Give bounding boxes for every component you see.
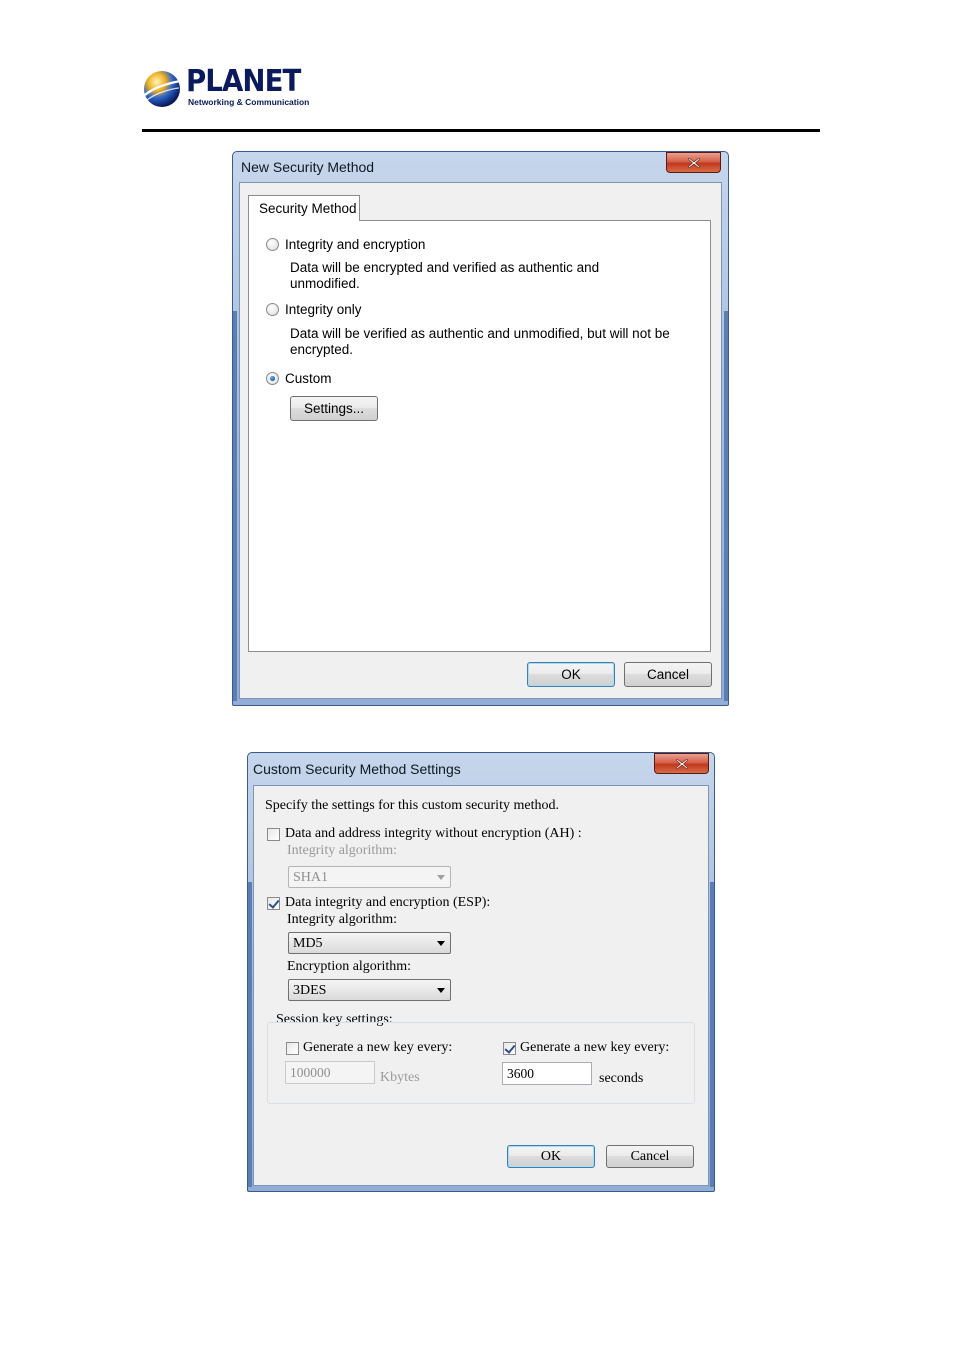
cancel-button[interactable]: Cancel xyxy=(606,1145,694,1168)
integrity-only-radio[interactable] xyxy=(266,303,279,316)
option-custom[interactable]: Custom xyxy=(266,371,332,386)
frame-edge xyxy=(710,882,714,1187)
kbytes-rekey-label[interactable]: Generate a new key every: xyxy=(303,1040,452,1056)
chevron-down-icon xyxy=(437,941,445,946)
selected-value: 3DES xyxy=(293,983,327,998)
seconds-input[interactable]: 3600 xyxy=(502,1062,592,1085)
kbytes-unit: Kbytes xyxy=(380,1070,420,1085)
ah-integrity-label: Integrity algorithm: xyxy=(287,843,398,858)
chevron-down-icon xyxy=(437,875,445,880)
frame-edge xyxy=(233,311,237,701)
esp-encryption-label: Encryption algorithm: xyxy=(287,959,412,974)
option-description: Data will be encrypted and verified as a… xyxy=(290,260,600,291)
esp-integrity-label: Integrity algorithm: xyxy=(287,912,398,927)
close-icon xyxy=(687,157,700,168)
new-security-method-dialog: New Security Method Security Method Inte… xyxy=(232,151,729,706)
window-title: New Security Method xyxy=(241,159,375,175)
seconds-unit: seconds xyxy=(599,1071,644,1086)
ok-button[interactable]: OK xyxy=(527,662,615,687)
dialog-client-area: Specify the settings for this custom sec… xyxy=(253,785,709,1186)
cancel-button[interactable]: Cancel xyxy=(624,662,712,687)
option-label: Integrity only xyxy=(285,302,362,317)
selected-value: SHA1 xyxy=(293,870,329,885)
planet-logo: PLANET Networking & Communication xyxy=(142,64,312,112)
option-integrity-and-encryption[interactable]: Integrity and encryption xyxy=(266,237,425,252)
ah-checkbox[interactable] xyxy=(267,828,280,841)
close-button[interactable] xyxy=(654,753,709,774)
kbytes-input[interactable]: 100000 xyxy=(285,1061,375,1084)
brand-tagline: Networking & Communication xyxy=(188,97,310,107)
frame-edge xyxy=(724,311,728,701)
esp-integrity-select[interactable]: MD5 xyxy=(288,932,451,954)
brand-name: PLANET xyxy=(186,64,301,99)
settings-button[interactable]: Settings... xyxy=(290,396,378,421)
frame-edge xyxy=(248,882,252,1187)
globe-icon xyxy=(144,71,181,107)
ok-button[interactable]: OK xyxy=(507,1145,595,1168)
option-label: Custom xyxy=(285,371,332,386)
dialog-client-area: Security Method Integrity and encryption… xyxy=(239,182,722,699)
selected-value: MD5 xyxy=(293,936,323,951)
close-icon xyxy=(675,758,688,769)
seconds-rekey-checkbox[interactable] xyxy=(503,1042,516,1055)
security-method-panel: Integrity and encryption Data will be en… xyxy=(248,220,711,652)
tab-security-method[interactable]: Security Method xyxy=(248,195,360,221)
esp-label[interactable]: Data integrity and encryption (ESP): xyxy=(285,895,490,911)
kbytes-rekey-checkbox[interactable] xyxy=(286,1042,299,1055)
custom-security-method-settings-dialog: Custom Security Method Settings Specify … xyxy=(247,752,715,1192)
seconds-rekey-label[interactable]: Generate a new key every: xyxy=(520,1040,669,1056)
window-title: Custom Security Method Settings xyxy=(253,761,461,777)
title-bar[interactable]: New Security Method xyxy=(232,151,729,183)
option-description: Data will be verified as authentic and u… xyxy=(290,326,670,357)
option-integrity-only[interactable]: Integrity only xyxy=(266,302,362,317)
integrity-encryption-radio[interactable] xyxy=(266,238,279,251)
esp-checkbox[interactable] xyxy=(267,897,280,910)
esp-encryption-select[interactable]: 3DES xyxy=(288,979,451,1001)
option-label: Integrity and encryption xyxy=(285,237,426,252)
title-bar[interactable]: Custom Security Method Settings xyxy=(247,752,715,784)
close-button[interactable] xyxy=(666,152,721,173)
ah-integrity-select[interactable]: SHA1 xyxy=(288,866,451,888)
custom-radio[interactable] xyxy=(266,372,279,385)
ah-label[interactable]: Data and address integrity without encry… xyxy=(285,826,582,842)
header-divider xyxy=(142,129,820,132)
chevron-down-icon xyxy=(437,988,445,993)
instruction-text: Specify the settings for this custom sec… xyxy=(265,798,559,813)
